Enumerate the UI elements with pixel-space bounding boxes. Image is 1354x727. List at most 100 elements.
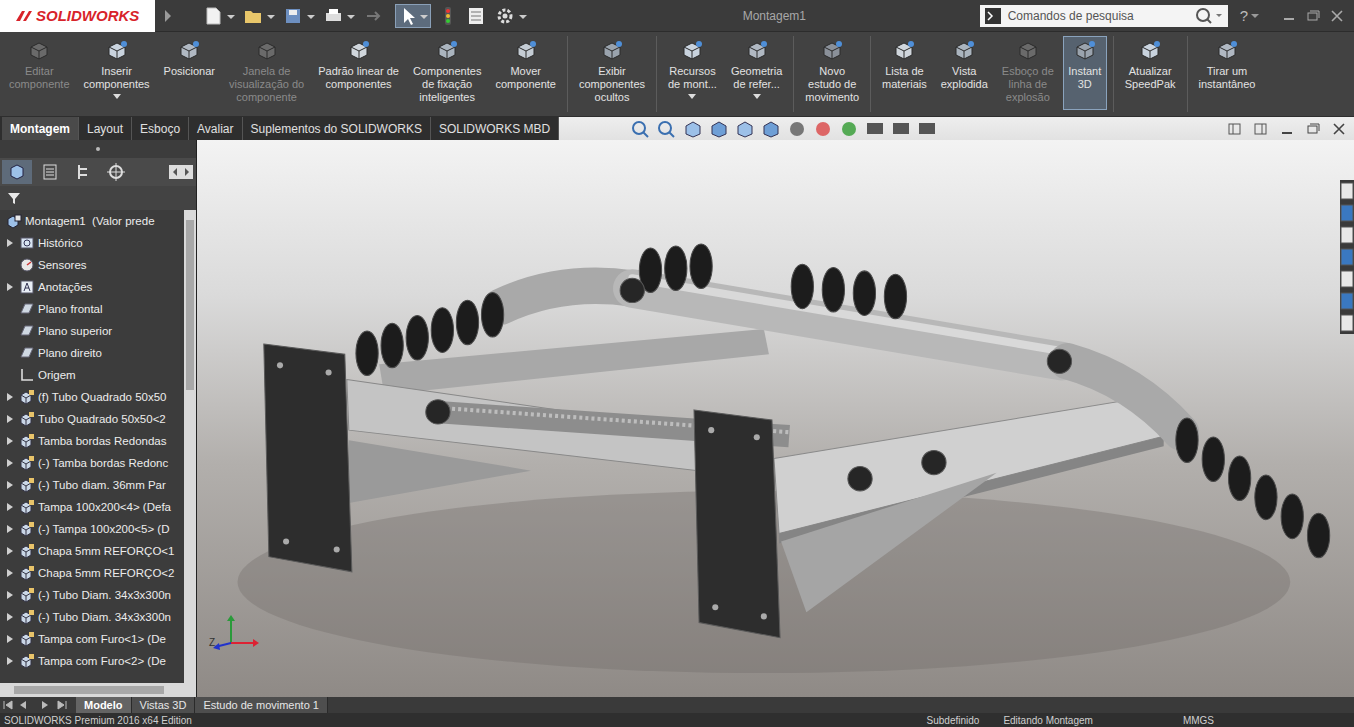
rebuild-icon[interactable] [437, 6, 459, 26]
command-tab[interactable]: Suplementos do SOLIDWORKS [243, 117, 431, 140]
task-pane-icon[interactable] [1340, 246, 1354, 268]
tab-scroll-arrows-icon[interactable] [168, 160, 194, 184]
tree-item[interactable]: (-) Tamba bordas Redonc [0, 452, 184, 474]
view-tool-icon[interactable] [707, 119, 731, 139]
task-pane-icon[interactable] [1340, 312, 1354, 334]
tree-item[interactable]: Plano frontal [0, 298, 184, 320]
tree-item[interactable]: Histórico [0, 232, 184, 254]
ribbon-button[interactable]: Movercomponente [490, 36, 561, 110]
expand-arrow-icon[interactable] [6, 238, 14, 248]
tree-item[interactable]: Tubo Quadrado 50x50<2 [0, 408, 184, 430]
tab-nav-arrows-icon[interactable] [0, 699, 72, 711]
tree-expander[interactable] [4, 524, 16, 534]
view-tool-icon[interactable] [759, 119, 783, 139]
tree-item[interactable]: Tampa com Furo<2> (De [0, 650, 184, 672]
ribbon-button[interactable]: Geometriade refer... [726, 36, 787, 110]
model-tab[interactable]: Estudo de movimento 1 [195, 697, 328, 713]
dropdown-arrow-icon[interactable] [113, 94, 121, 100]
expand-arrow-icon[interactable] [6, 414, 14, 424]
tree-expander[interactable] [4, 634, 16, 644]
ribbon-button[interactable]: Tirar uminstantâneo [1194, 36, 1261, 110]
task-pane-icon[interactable] [1340, 290, 1354, 312]
view-tool-icon[interactable] [655, 119, 679, 139]
help-button[interactable]: ? [1240, 7, 1248, 24]
expand-arrow-icon[interactable] [6, 590, 14, 600]
tree-expander[interactable] [4, 480, 16, 490]
feature-tree-tab-icon[interactable] [2, 160, 32, 184]
tree-item[interactable]: Chapa 5mm REFORÇO<2 [0, 562, 184, 584]
tree-item[interactable]: Tampa com Furo<1> (De [0, 628, 184, 650]
viewport-minimize-icon[interactable] [1276, 121, 1298, 137]
ribbon-button[interactable]: Posicionar [159, 36, 220, 110]
expand-arrow-icon[interactable] [6, 436, 14, 446]
scroll-thumb[interactable] [14, 686, 164, 694]
ribbon-button[interactable]: Exibircomponentesocultos [574, 36, 650, 110]
tree-item[interactable]: Origem [0, 364, 184, 386]
viewport-restore-icon[interactable] [1302, 121, 1324, 137]
tree-expander[interactable] [4, 238, 16, 248]
tree-expander[interactable] [4, 590, 16, 600]
search-magnifier-icon[interactable] [1194, 7, 1224, 25]
print-icon[interactable] [323, 6, 357, 26]
tree-expander[interactable] [4, 656, 16, 666]
view-tool-icon[interactable] [863, 119, 887, 139]
undo-icon[interactable] [363, 6, 389, 26]
view-tool-icon[interactable] [915, 119, 939, 139]
command-tab[interactable]: Esboço [132, 117, 189, 140]
tree-expander[interactable] [4, 458, 16, 468]
tree-item[interactable]: Tamba bordas Redondas [0, 430, 184, 452]
ribbon-button[interactable]: AtualizarSpeedPak [1120, 36, 1181, 110]
open-folder-icon[interactable] [243, 6, 277, 26]
expand-menu-icon[interactable] [163, 9, 173, 23]
tree-item[interactable]: (-) Tampa 100x200<5> (D [0, 518, 184, 540]
tree-item[interactable]: Tampa 100x200<4> (Defa [0, 496, 184, 518]
configuration-manager-tab-icon[interactable] [68, 160, 98, 184]
ribbon-button[interactable]: Inserircomponentes [79, 36, 155, 110]
command-tab[interactable]: SOLIDWORKS MBD [431, 117, 559, 140]
expand-arrow-icon[interactable] [6, 480, 14, 490]
expand-arrow-icon[interactable] [6, 546, 14, 556]
tree-item[interactable]: (-) Tubo Diam. 34x3x300n [0, 584, 184, 606]
task-pane-icon[interactable] [1340, 224, 1354, 246]
model-tab[interactable]: Modelo [76, 697, 132, 713]
tree-expander[interactable] [4, 568, 16, 578]
task-pane-icon[interactable] [1340, 180, 1354, 202]
expand-arrow-icon[interactable] [6, 282, 14, 292]
file-properties-icon[interactable] [465, 6, 489, 26]
tree-item[interactable]: Anotações [0, 276, 184, 298]
ribbon-button[interactable]: Editarcomponente [4, 36, 75, 110]
expand-arrow-icon[interactable] [6, 524, 14, 534]
close-icon[interactable] [1326, 8, 1348, 24]
task-pane-icon[interactable] [1340, 268, 1354, 290]
ribbon-button[interactable]: Componentesde fixaçãointeligentes [408, 36, 487, 110]
view-tool-icon[interactable] [733, 119, 757, 139]
viewport-close-icon[interactable] [1328, 121, 1350, 137]
model-tab[interactable]: Vistas 3D [132, 697, 196, 713]
split-right-icon[interactable] [1250, 121, 1272, 137]
ribbon-button[interactable]: Lista demateriais [877, 36, 932, 110]
model-render[interactable] [197, 140, 1354, 697]
options-gear-icon[interactable] [495, 6, 529, 26]
tree-vertical-scrollbar[interactable] [184, 210, 196, 683]
ribbon-button[interactable]: Janela devisualização docomponente [224, 36, 309, 110]
ribbon-button[interactable]: Recursosde mont... [663, 36, 722, 110]
restore-icon[interactable] [1302, 8, 1324, 24]
dropdown-arrow-icon[interactable] [753, 94, 761, 100]
ribbon-button[interactable]: Esboço delinha deexplosão [997, 36, 1059, 110]
tree-item[interactable]: Sensores [0, 254, 184, 276]
command-search[interactable]: Comandos de pesquisa [980, 5, 1228, 27]
ribbon-button[interactable]: Novoestudo demovimento [800, 36, 864, 110]
expand-arrow-icon[interactable] [6, 502, 14, 512]
tree-item[interactable]: (-) Tubo diam. 36mm Par [0, 474, 184, 496]
new-document-icon[interactable] [203, 6, 237, 26]
command-tab[interactable]: Avaliar [189, 117, 242, 140]
property-manager-tab-icon[interactable] [35, 160, 65, 184]
tree-horizontal-scrollbar[interactable] [0, 683, 196, 697]
expand-arrow-icon[interactable] [6, 656, 14, 666]
split-left-icon[interactable] [1224, 121, 1246, 137]
tree-expander[interactable] [4, 282, 16, 292]
tree-expander[interactable] [4, 392, 16, 402]
dropdown-arrow-icon[interactable] [688, 94, 696, 100]
expand-arrow-icon[interactable] [6, 458, 14, 468]
view-tool-icon[interactable] [681, 119, 705, 139]
